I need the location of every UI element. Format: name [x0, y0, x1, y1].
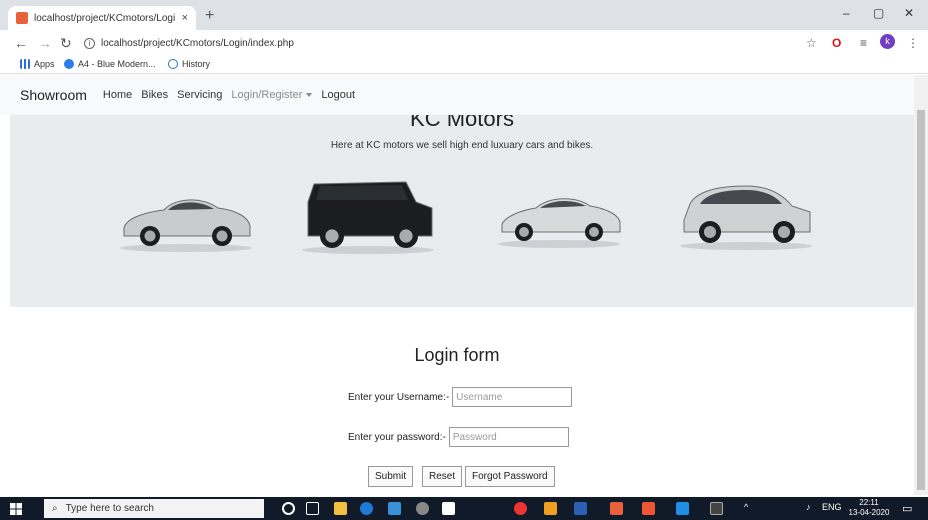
- reload-icon[interactable]: ↻: [60, 35, 72, 52]
- car-shadow: [498, 240, 620, 248]
- hero-subtitle: Here at KC motors we sell high end luxua…: [330, 140, 594, 151]
- terminal-icon[interactable]: [710, 502, 723, 515]
- username-input[interactable]: [452, 387, 573, 407]
- address-bar[interactable]: i localhost/project/KCmotors/Login/index…: [84, 34, 799, 52]
- car-rim: [777, 225, 791, 239]
- profile-avatar[interactable]: k: [880, 34, 895, 49]
- car-window: [316, 185, 408, 200]
- password-label: Enter your password:-: [348, 431, 446, 443]
- store-icon[interactable]: [334, 502, 347, 515]
- info-icon[interactable]: i: [84, 37, 95, 49]
- car-shadow: [680, 242, 812, 250]
- tab-title: localhost/project/KCmotors/Logi: [34, 12, 176, 24]
- reset-button[interactable]: Reset: [422, 466, 463, 487]
- password-input[interactable]: [448, 427, 569, 447]
- screen: localhost/project/KCmotors/Logi × + – ▢ …: [0, 0, 928, 520]
- restore-icon[interactable]: ▢: [873, 6, 884, 20]
- history-clock-icon: [168, 59, 178, 69]
- car-image-black-suv: [302, 181, 434, 254]
- car-rim: [703, 225, 717, 239]
- playlist-icon[interactable]: ≡: [860, 36, 867, 50]
- car-rim: [519, 227, 529, 237]
- username-label: Enter your Username:-: [348, 391, 450, 403]
- windows-taskbar: ⌕ Type here to search ^ ♪ ENG 22:11 13-0…: [0, 497, 928, 520]
- address-text: localhost/project/KCmotors/Login/index.p…: [101, 37, 294, 49]
- tab-close-icon[interactable]: ×: [182, 12, 188, 24]
- web-page: KC Motors Here at KC motors we sell high…: [0, 75, 914, 495]
- app-red-icon[interactable]: [642, 502, 655, 515]
- site-favicon-icon: [16, 12, 28, 24]
- edge-icon[interactable]: [360, 502, 373, 515]
- taskbar-search-placeholder: Type here to search: [65, 503, 154, 514]
- car-image-white-coupe: [498, 198, 621, 248]
- cortana-icon[interactable]: [282, 502, 295, 515]
- submit-button[interactable]: Submit: [368, 466, 414, 487]
- nav-logout[interactable]: Logout: [321, 89, 355, 101]
- caret-down-icon: [306, 93, 313, 98]
- vscode-icon[interactable]: [676, 502, 689, 515]
- browser-tab-strip: localhost/project/KCmotors/Logi × + – ▢ …: [0, 0, 928, 30]
- taskbar-search-box[interactable]: ⌕ Type here to search: [44, 499, 264, 518]
- brand-link[interactable]: Showroom: [20, 87, 87, 103]
- tray-language[interactable]: ENG: [822, 502, 842, 512]
- new-tab-button[interactable]: +: [205, 7, 214, 25]
- bookmark-apps[interactable]: Apps: [20, 59, 55, 69]
- task-view-icon[interactable]: [306, 502, 319, 515]
- dropbox-icon[interactable]: [442, 502, 455, 515]
- nav-home[interactable]: Home: [103, 89, 132, 101]
- bookmark-a4-blue-modern[interactable]: A4 - Blue Modern...: [64, 59, 156, 69]
- app-icon[interactable]: [416, 502, 429, 515]
- browser-tab[interactable]: localhost/project/KCmotors/Logi ×: [8, 6, 196, 30]
- windows-start-icon[interactable]: [10, 503, 22, 515]
- volume-icon[interactable]: ♪: [806, 502, 811, 512]
- car-rim: [325, 229, 339, 243]
- bookmark-star-icon[interactable]: ☆: [806, 36, 817, 50]
- opera-extension-icon[interactable]: O: [832, 36, 841, 50]
- canva-icon: [64, 59, 74, 69]
- car-image-silver-sedan: [120, 199, 252, 252]
- nav-bikes[interactable]: Bikes: [141, 89, 168, 101]
- menu-dots-icon[interactable]: ⋮: [907, 36, 919, 50]
- car-shadow: [120, 244, 252, 252]
- scrollbar-thumb[interactable]: [917, 110, 925, 490]
- apps-grid-icon: [20, 59, 30, 69]
- xampp-icon[interactable]: [610, 502, 623, 515]
- password-row: Enter your password:-: [348, 427, 569, 447]
- back-arrow-icon[interactable]: ←: [14, 35, 28, 51]
- tray-chevron-icon[interactable]: ^: [744, 502, 748, 512]
- window-close-icon[interactable]: ✕: [904, 6, 914, 20]
- car-image-silver-suv: [680, 185, 812, 250]
- minimize-icon[interactable]: –: [843, 6, 850, 20]
- word-icon[interactable]: [574, 502, 587, 515]
- car-rim: [399, 229, 413, 243]
- hero-jumbotron: KC Motors Here at KC motors we sell high…: [10, 102, 914, 307]
- nav-servicing[interactable]: Servicing: [177, 89, 222, 101]
- car-rim: [144, 230, 156, 242]
- file-explorer-icon[interactable]: [388, 502, 401, 515]
- taskbar-clock[interactable]: 22:11 13-04-2020: [848, 498, 890, 518]
- car-shadow: [302, 246, 434, 254]
- forgot-password-button[interactable]: Forgot Password: [465, 466, 555, 487]
- chrome-icon[interactable]: [514, 502, 527, 515]
- car-rim: [589, 227, 599, 237]
- search-icon: ⌕: [52, 503, 58, 514]
- site-navbar: Showroom Home Bikes Servicing Login/Regi…: [0, 75, 914, 115]
- browser-toolbar: ← → ↻ i localhost/project/KCmotors/Login…: [0, 30, 928, 56]
- username-row: Enter your Username:-: [348, 387, 573, 407]
- car-rim: [216, 230, 228, 242]
- bookmark-history[interactable]: History: [168, 59, 210, 69]
- sublime-icon[interactable]: [544, 502, 557, 515]
- login-form-title: Login form: [414, 345, 500, 365]
- notification-icon[interactable]: ▭: [902, 502, 912, 515]
- forward-arrow-icon[interactable]: →: [38, 35, 52, 51]
- nav-login-register-dropdown[interactable]: Login/Register: [231, 89, 313, 101]
- bookmarks-bar: Apps A4 - Blue Modern... History: [0, 56, 928, 74]
